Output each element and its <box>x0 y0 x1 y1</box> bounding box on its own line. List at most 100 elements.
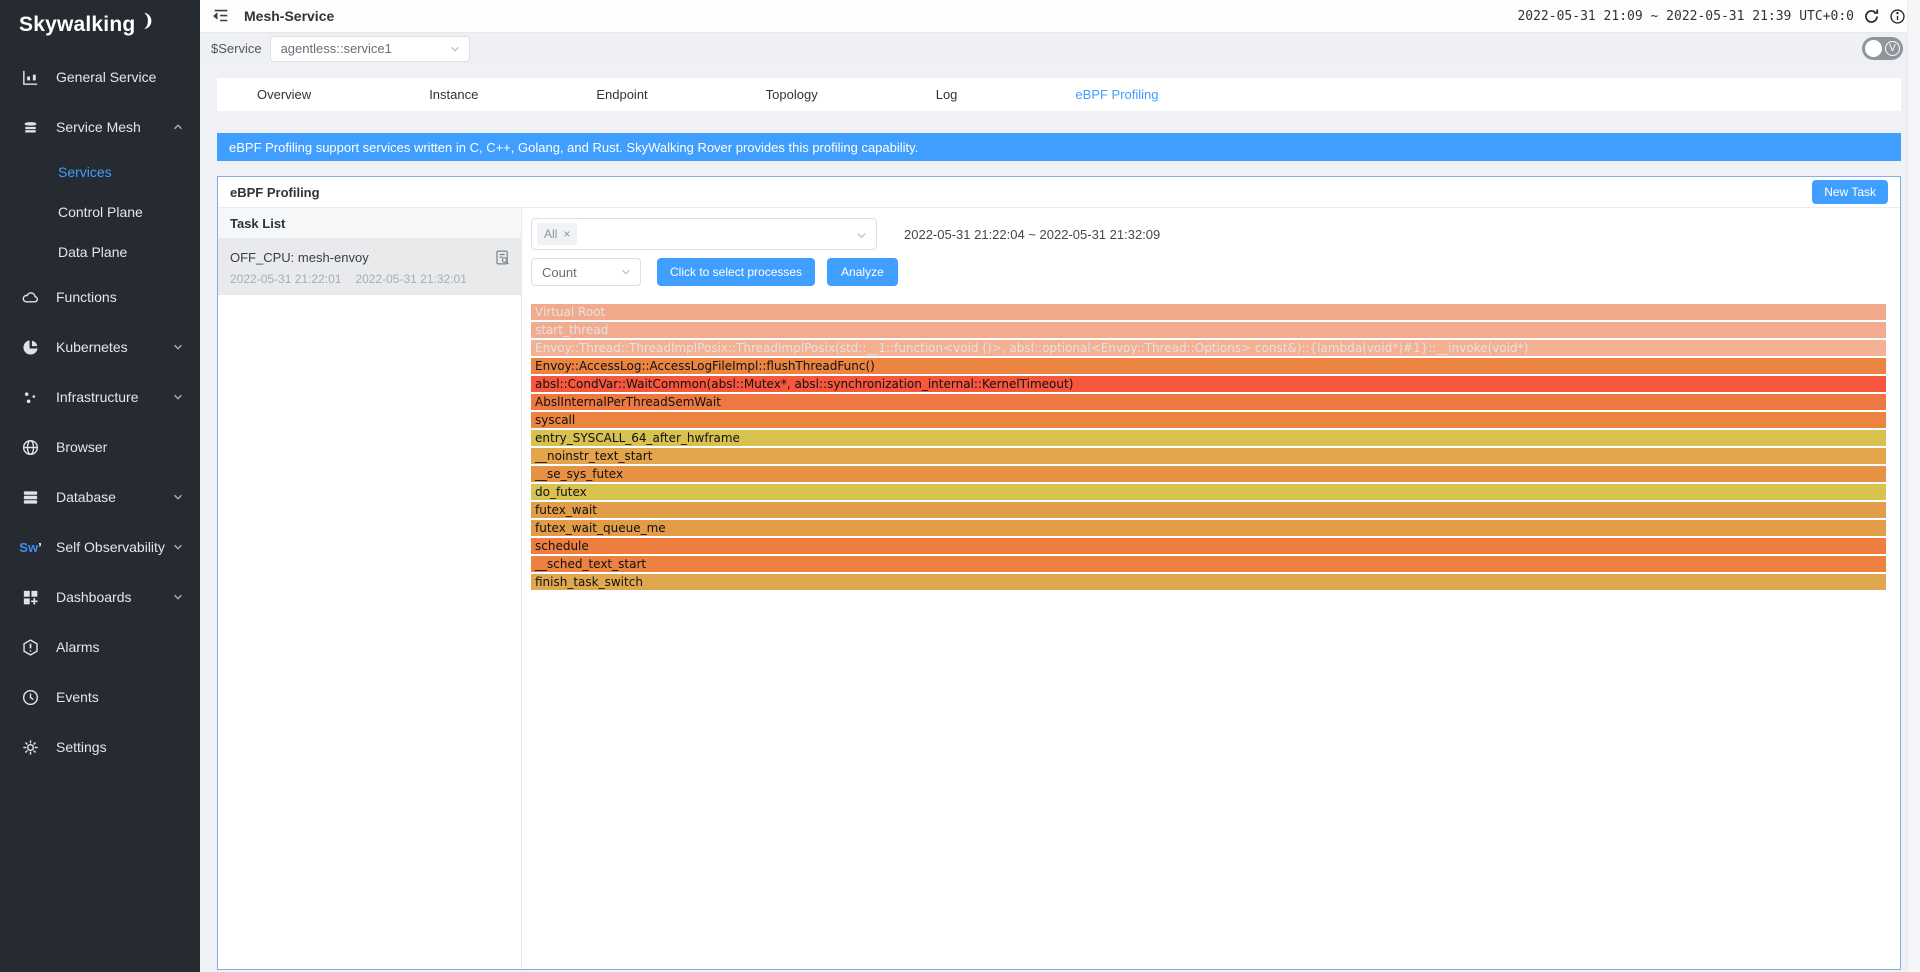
flame-frame-do-futex[interactable]: do_futex <box>531 484 1886 500</box>
tab-endpoint[interactable]: Endpoint <box>596 87 647 102</box>
analyze-button[interactable]: Analyze <box>827 258 898 286</box>
chevron-down-icon <box>172 591 184 603</box>
sidebar-item-label: Control Plane <box>58 204 143 220</box>
sidebar-item-settings[interactable]: Settings <box>0 722 200 772</box>
filter-tag: All × <box>537 223 577 245</box>
tab-overview[interactable]: Overview <box>257 87 311 102</box>
flame-frame-start-thread[interactable]: start_thread <box>531 322 1886 338</box>
aggregation-value: Count <box>542 265 620 280</box>
flame-frame-futex-wait[interactable]: futex_wait <box>531 502 1886 518</box>
tab-topology[interactable]: Topology <box>766 87 818 102</box>
sidebar-item-label: Functions <box>56 289 117 305</box>
collapse-sidebar-icon[interactable] <box>212 6 232 26</box>
toggle-knob <box>1865 40 1882 57</box>
sidebar-menu: General Service Service Mesh Services Contr… <box>0 52 200 772</box>
sidebar-item-alarms[interactable]: Alarms <box>0 622 200 672</box>
toggle-label: V <box>1885 41 1900 56</box>
sidebar-item-dashboards[interactable]: Dashboards <box>0 572 200 622</box>
sidebar-item-label: Browser <box>56 439 107 455</box>
new-task-button[interactable]: New Task <box>1812 180 1888 204</box>
global-time-range: 2022-05-31 21:09 ~ 2022-05-31 21:39 UTC+… <box>1517 9 1854 24</box>
clock-icon <box>21 688 40 707</box>
flame-frame-virtual-root[interactable]: Virtual Root <box>531 304 1886 320</box>
gear-icon <box>21 738 40 757</box>
service-select[interactable]: agentless::service1 <box>270 36 470 62</box>
dashboard-tabs: Overview Instance Endpoint Topology Log eBPF … <box>217 78 1901 111</box>
info-icon[interactable] <box>1888 7 1906 25</box>
flame-frame-noinstr-text-start[interactable]: __noinstr_text_start <box>531 448 1886 464</box>
tab-instance[interactable]: Instance <box>429 87 478 102</box>
flame-frame-schedule[interactable]: schedule <box>531 538 1886 554</box>
sidebar-item-service-mesh[interactable]: Service Mesh <box>0 102 200 152</box>
sidebar-item-label: Services <box>58 164 112 180</box>
sidebar-item-label: Dashboards <box>56 589 132 605</box>
panel-title: eBPF Profiling <box>230 185 320 200</box>
task-detail-icon[interactable] <box>493 248 511 266</box>
service-bar: $Service agentless::service1 V <box>200 33 1920 64</box>
refresh-icon[interactable] <box>1862 7 1880 25</box>
sidebar-item-label: General Service <box>56 69 156 85</box>
cloud-icon <box>21 288 40 307</box>
sidebar-item-general-service[interactable]: General Service <box>0 52 200 102</box>
task-start-time: 2022-05-31 21:22:01 <box>230 272 341 286</box>
page-title: Mesh-Service <box>244 8 334 24</box>
sidebar-item-label: Self Observability <box>56 539 165 555</box>
flame-frame-absl-condvar-waitcommon-absl-mutex-absl-[interactable]: absl::CondVar::WaitCommon(absl::Mutex*, … <box>531 376 1886 392</box>
flame-frame-entry-syscall-64-after-hwframe[interactable]: entry_SYSCALL_64_after_hwframe <box>531 430 1886 446</box>
ebpf-profiling-panel: eBPF Profiling New Task Task List OFF_CP… <box>217 176 1901 970</box>
ebpf-info-banner: eBPF Profiling support services written … <box>217 133 1901 161</box>
sidebar-item-data-plane[interactable]: Data Plane <box>0 232 200 272</box>
flame-frame-se-sys-futex[interactable]: __se_sys_futex <box>531 466 1886 482</box>
flame-frame-abslinternalperthreadsemwait[interactable]: AbslInternalPerThreadSemWait <box>531 394 1886 410</box>
sidebar-item-events[interactable]: Events <box>0 672 200 722</box>
globe-icon <box>21 438 40 457</box>
sidebar-item-label: Kubernetes <box>56 339 128 355</box>
sidebar-item-services[interactable]: Services <box>0 152 200 192</box>
chevron-down-icon <box>172 341 184 353</box>
grid-icon <box>21 588 40 607</box>
task-list-header: Task List <box>218 208 521 239</box>
select-processes-button[interactable]: Click to select processes <box>657 258 815 286</box>
task-name: OFF_CPU: mesh-envoy <box>230 250 493 265</box>
top-bar: Mesh-Service 2022-05-31 21:09 ~ 2022-05-… <box>200 0 1920 33</box>
flame-frame-envoy-accesslog-accesslogfileimpl-flusht[interactable]: Envoy::AccessLog::AccessLogFileImpl::flu… <box>531 358 1886 374</box>
version-toggle[interactable]: V <box>1862 37 1903 60</box>
app-logo[interactable]: Skywalking <box>0 0 200 37</box>
page-scrollbar[interactable] <box>1907 0 1920 972</box>
sidebar-item-functions[interactable]: Functions <box>0 272 200 322</box>
chevron-down-icon <box>855 229 868 242</box>
tab-log[interactable]: Log <box>936 87 958 102</box>
sidebar-item-infrastructure[interactable]: Infrastructure <box>0 372 200 422</box>
sidebar-item-database[interactable]: Database <box>0 472 200 522</box>
chevron-down-icon <box>620 266 632 278</box>
sidebar-item-browser[interactable]: Browser <box>0 422 200 472</box>
database-icon <box>21 488 40 507</box>
chevron-down-icon <box>172 541 184 553</box>
flame-frame-finish-task-switch[interactable]: finish_task_switch <box>531 574 1886 590</box>
alarm-icon <box>21 638 40 657</box>
sidebar-item-kubernetes[interactable]: Kubernetes <box>0 322 200 372</box>
chevron-down-icon <box>449 43 461 55</box>
mesh-icon <box>21 118 40 137</box>
flame-frame-sched-text-start[interactable]: __sched_text_start <box>531 556 1886 572</box>
chart-icon <box>21 68 40 87</box>
panel-body: Task List OFF_CPU: mesh-envoy 2022-05-31… <box>218 208 1900 969</box>
tab-ebpf-profiling[interactable]: eBPF Profiling <box>1075 87 1158 102</box>
remove-filter-icon[interactable]: × <box>563 228 570 240</box>
sidebar-item-self-observability[interactable]: Sw’Self Observability <box>0 522 200 572</box>
chevron-down-icon <box>172 491 184 503</box>
instance-filter-select[interactable]: All × <box>531 218 877 250</box>
sidebar-item-label: Data Plane <box>58 244 127 260</box>
analysis-column: All × 2022-05-31 21:22:04 ~ 2022-05-31 2… <box>522 208 1900 969</box>
sidebar-item-label: Alarms <box>56 639 100 655</box>
aggregation-select[interactable]: Count <box>531 258 641 286</box>
flame-frame-futex-wait-queue-me[interactable]: futex_wait_queue_me <box>531 520 1886 536</box>
task-end-time: 2022-05-31 21:32:01 <box>355 272 466 286</box>
flame-frame-syscall[interactable]: syscall <box>531 412 1886 428</box>
pie-icon <box>21 338 40 357</box>
sidebar-item-control-plane[interactable]: Control Plane <box>0 192 200 232</box>
flame-frame-envoy-thread-threadimplposix-threadimplp[interactable]: Envoy::Thread::ThreadImplPosix::ThreadIm… <box>531 340 1886 356</box>
filter-tag-label: All <box>544 227 557 241</box>
task-item[interactable]: OFF_CPU: mesh-envoy 2022-05-31 21:22:01 … <box>218 239 521 295</box>
sidebar-item-label: Service Mesh <box>56 119 141 135</box>
